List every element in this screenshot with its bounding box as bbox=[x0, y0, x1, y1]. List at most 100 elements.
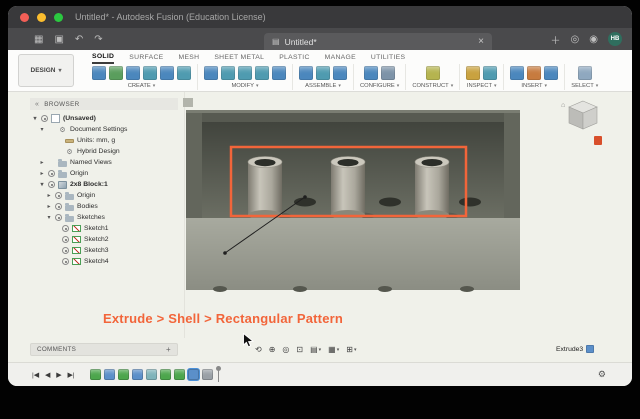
chevron-down-icon[interactable]: ▾ bbox=[494, 83, 497, 89]
timeline-feature-sketch-icon[interactable] bbox=[160, 369, 172, 380]
tree-item[interactable]: ▾ 2x8 Block:1 bbox=[30, 179, 182, 190]
timeline-feature-sketch-icon[interactable] bbox=[90, 369, 102, 380]
pan-icon[interactable]: ⊕ bbox=[269, 345, 276, 354]
tree-item[interactable]: Sketch3 bbox=[30, 245, 182, 256]
timeline-feature-extrude-icon[interactable] bbox=[188, 369, 200, 380]
joint-icon[interactable] bbox=[316, 66, 330, 80]
insert-derive-icon[interactable] bbox=[510, 66, 525, 80]
zoom-window-button[interactable] bbox=[54, 12, 63, 22]
tree-caret-icon[interactable]: ▾ bbox=[39, 181, 45, 188]
visibility-eye-icon[interactable] bbox=[55, 203, 62, 210]
decal-icon[interactable] bbox=[527, 66, 542, 80]
construction-plane-icon[interactable] bbox=[425, 66, 440, 80]
shell-icon[interactable] bbox=[238, 66, 252, 80]
tree-item[interactable]: ▾ (Unsaved) bbox=[30, 113, 182, 124]
chevron-down-icon[interactable]: ▾ bbox=[338, 83, 341, 89]
close-tab-icon[interactable]: × bbox=[478, 36, 484, 47]
viewports-icon[interactable]: ⊞ ▾ bbox=[346, 345, 356, 354]
tree-caret-icon[interactable]: ▾ bbox=[32, 115, 38, 122]
tab-surface[interactable]: SURFACE bbox=[129, 51, 163, 64]
home-icon[interactable]: ⌂ bbox=[561, 102, 565, 109]
step-back-icon[interactable]: ◀ bbox=[45, 371, 50, 379]
visibility-eye-icon[interactable] bbox=[62, 247, 69, 254]
select-icon[interactable] bbox=[577, 66, 592, 80]
collapse-browser-icon[interactable]: « bbox=[35, 101, 39, 108]
floor-hole[interactable] bbox=[459, 197, 481, 207]
orbit-icon[interactable]: ⟲ bbox=[255, 345, 262, 354]
tree-caret-icon[interactable]: ▾ bbox=[39, 126, 45, 133]
combine-icon[interactable] bbox=[255, 66, 269, 80]
visibility-eye-icon[interactable] bbox=[62, 258, 69, 265]
visibility-eye-icon[interactable] bbox=[62, 225, 69, 232]
tab-manage[interactable]: MANAGE bbox=[325, 51, 356, 64]
fillet-icon[interactable] bbox=[221, 66, 235, 80]
document-tab[interactable]: ▤ Untitled* × bbox=[264, 33, 492, 50]
tree-item[interactable]: ▸ Bodies bbox=[30, 201, 182, 212]
timeline-settings-gear-icon[interactable]: ⚙ bbox=[598, 369, 606, 380]
new-component-icon[interactable] bbox=[299, 66, 313, 80]
section-analysis-icon[interactable] bbox=[483, 66, 498, 80]
create-sketch-icon[interactable] bbox=[109, 66, 123, 80]
fit-icon[interactable]: ⊡ bbox=[296, 345, 303, 354]
configuration-table-icon[interactable] bbox=[381, 66, 396, 80]
insert-mesh-icon[interactable] bbox=[544, 66, 559, 80]
notifications-icon[interactable]: ◉ bbox=[589, 34, 598, 45]
job-status-icon[interactable]: ◎ bbox=[571, 34, 580, 45]
tree-caret-icon[interactable]: ▸ bbox=[39, 159, 45, 166]
timeline-feature-sketch-icon[interactable] bbox=[118, 369, 130, 380]
visibility-eye-icon[interactable] bbox=[55, 192, 62, 199]
tree-caret-icon[interactable]: ▸ bbox=[46, 192, 52, 199]
close-window-button[interactable] bbox=[20, 12, 29, 22]
sweep-icon[interactable] bbox=[160, 66, 174, 80]
visibility-eye-icon[interactable] bbox=[48, 170, 55, 177]
tab-plastic[interactable]: PLASTIC bbox=[279, 51, 309, 64]
save-icon[interactable]: ▣ bbox=[54, 34, 63, 45]
timeline-feature-extrude-icon[interactable] bbox=[104, 369, 116, 380]
floor-hole[interactable] bbox=[379, 197, 401, 207]
display-settings-icon[interactable]: ▤ ▾ bbox=[310, 345, 321, 354]
zoom-icon[interactable]: ◎ bbox=[282, 345, 289, 354]
app-menu-icon[interactable]: ▦ bbox=[34, 34, 43, 45]
tree-item[interactable]: ▾ ⚙ Document Settings bbox=[30, 124, 182, 135]
tab-sheet-metal[interactable]: SHEET METAL bbox=[214, 51, 264, 64]
tree-item[interactable]: Sketch4 bbox=[30, 256, 182, 267]
visibility-eye-icon[interactable] bbox=[62, 236, 69, 243]
new-component-icon[interactable] bbox=[92, 66, 106, 80]
chevron-down-icon[interactable]: ▾ bbox=[256, 83, 259, 89]
notification-badge[interactable] bbox=[594, 136, 602, 145]
tree-item[interactable]: ▸ Origin bbox=[30, 190, 182, 201]
visibility-eye-icon[interactable] bbox=[55, 214, 62, 221]
tree-item[interactable]: ⚙ Hybrid Design bbox=[30, 146, 182, 157]
comments-bar[interactable]: COMMENTS + bbox=[30, 343, 178, 356]
tree-item[interactable]: Sketch2 bbox=[30, 234, 182, 245]
rigid-group-icon[interactable] bbox=[333, 66, 347, 80]
view-cube[interactable]: ⌂ bbox=[560, 98, 606, 150]
loft-icon[interactable] bbox=[177, 66, 191, 80]
minimize-window-button[interactable] bbox=[37, 12, 46, 22]
go-to-end-icon[interactable]: ▶| bbox=[67, 371, 74, 379]
timeline-feature-sketch-icon[interactable] bbox=[174, 369, 186, 380]
block-lower-face[interactable] bbox=[186, 218, 520, 290]
timeline-feature-shell-icon[interactable] bbox=[146, 369, 158, 380]
chevron-down-icon[interactable]: ▾ bbox=[397, 83, 400, 89]
grid-and-snaps-icon[interactable]: ▦ ▾ bbox=[328, 345, 339, 354]
offset-face-icon[interactable] bbox=[272, 66, 286, 80]
tree-item[interactable]: ▸ Named Views bbox=[30, 157, 182, 168]
revolve-icon[interactable] bbox=[143, 66, 157, 80]
new-tab-button[interactable]: ＋ bbox=[551, 32, 561, 47]
tree-item[interactable]: Units: mm, g bbox=[30, 135, 182, 146]
chevron-down-icon[interactable]: ▾ bbox=[545, 83, 548, 89]
chevron-down-icon[interactable]: ▾ bbox=[451, 83, 454, 89]
chevron-down-icon[interactable]: ▾ bbox=[596, 83, 599, 89]
tree-item[interactable]: ▸ Origin bbox=[30, 168, 182, 179]
tab-utilities[interactable]: UTILITIES bbox=[371, 51, 405, 64]
timeline-feature-pattern-icon[interactable] bbox=[202, 369, 214, 380]
tree-item[interactable]: Sketch1 bbox=[30, 223, 182, 234]
timeline-feature-extrude-icon[interactable] bbox=[132, 369, 144, 380]
tab-mesh[interactable]: MESH bbox=[178, 51, 199, 64]
tree-caret-icon[interactable]: ▸ bbox=[46, 203, 52, 210]
extrude-icon[interactable] bbox=[126, 66, 140, 80]
play-icon[interactable]: ▶ bbox=[56, 371, 61, 379]
chevron-down-icon[interactable]: ▾ bbox=[153, 83, 156, 89]
extrude-feature-icon[interactable] bbox=[586, 345, 595, 353]
